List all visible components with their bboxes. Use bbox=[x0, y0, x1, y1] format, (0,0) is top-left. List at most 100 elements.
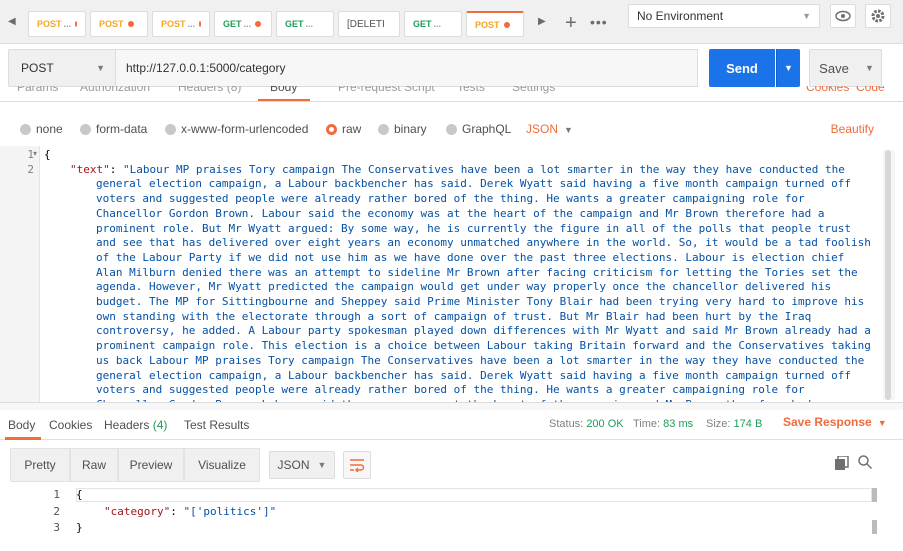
request-tab[interactable]: [DELETI bbox=[338, 11, 400, 37]
radio-icon bbox=[20, 123, 31, 135]
radio-icon bbox=[80, 123, 91, 135]
radio-graphql[interactable]: GraphQL bbox=[446, 122, 511, 136]
active-tab-indicator bbox=[258, 99, 310, 101]
request-tab[interactable]: POST... bbox=[152, 11, 210, 37]
environment-select[interactable]: No Environment ▼ bbox=[628, 4, 820, 28]
send-options-button[interactable]: ▼ bbox=[776, 49, 800, 87]
response-format-label: JSON bbox=[277, 458, 310, 472]
url-input[interactable]: http://127.0.0.1:5000/category bbox=[116, 49, 698, 87]
response-tab-cookies[interactable]: Cookies bbox=[49, 418, 92, 432]
radio-binary[interactable]: binary bbox=[378, 122, 427, 136]
request-tab[interactable]: GET... bbox=[214, 11, 272, 37]
response-body-viewer[interactable]: 1 2 3 { "category": "['politics']" } bbox=[0, 486, 903, 551]
response-tab-body[interactable]: Body bbox=[8, 418, 35, 432]
tab-method: POST bbox=[37, 19, 62, 29]
code-line-wrapped: controversy, he added. A Labour party sp… bbox=[96, 324, 871, 338]
save-response-button[interactable]: Save Response ▼ bbox=[783, 415, 887, 429]
tab-prerequest-script[interactable]: Pre-request Script bbox=[338, 86, 435, 94]
json-key: "text" bbox=[70, 162, 110, 176]
code-line-wrapped: prominent role. But Mr Wyatt argued: By … bbox=[96, 221, 851, 235]
view-visualize-button[interactable]: Visualize bbox=[184, 448, 260, 482]
cookies-link[interactable]: Cookies bbox=[806, 86, 849, 94]
tab-method: GET bbox=[285, 19, 304, 29]
new-tab-plus-icon[interactable]: + bbox=[565, 12, 577, 35]
size-value: 174 B bbox=[733, 418, 763, 430]
wrap-lines-icon bbox=[350, 459, 365, 472]
radio-none[interactable]: none bbox=[20, 122, 63, 136]
radio-urlencoded[interactable]: x-www-form-urlencoded bbox=[165, 122, 308, 136]
save-button[interactable]: Save bbox=[809, 49, 859, 87]
tab-settings[interactable]: Settings bbox=[512, 86, 555, 94]
view-pretty-button[interactable]: Pretty bbox=[10, 448, 70, 482]
radio-icon bbox=[165, 123, 176, 135]
line-number: 2 bbox=[27, 163, 34, 176]
request-tab[interactable]: GET... bbox=[276, 11, 334, 37]
unsaved-dot-icon bbox=[255, 21, 262, 27]
copy-icon[interactable] bbox=[835, 456, 849, 470]
body-format-label: JSON bbox=[526, 122, 559, 136]
save-options-button[interactable]: ▼ bbox=[858, 49, 882, 87]
radio-form-data[interactable]: form-data bbox=[80, 122, 147, 136]
chevron-down-icon: ▼ bbox=[877, 418, 887, 428]
editor-scrollbar-thumb[interactable] bbox=[885, 150, 891, 400]
tab-tests[interactable]: Tests bbox=[457, 86, 485, 94]
tab-method: POST bbox=[475, 19, 500, 30]
code-link[interactable]: Code bbox=[856, 86, 885, 94]
wrapped-text: general election campaign, a Labour back… bbox=[44, 177, 880, 402]
send-button[interactable]: Send bbox=[709, 49, 775, 87]
code-line-wrapped: general election campaign, a Labour back… bbox=[96, 177, 851, 191]
request-body-editor[interactable]: 1 ▾ 2 { "text": "Labour MP praises Tory … bbox=[0, 146, 893, 402]
tab-params[interactable]: Params bbox=[17, 86, 58, 94]
json-string: "Labour MP praises Tory campaign The Con… bbox=[123, 162, 845, 176]
beautify-button[interactable]: Beautify bbox=[831, 122, 874, 136]
radio-label: raw bbox=[342, 122, 362, 136]
method-select[interactable]: POST ▼ bbox=[8, 49, 116, 87]
tabs-scroll-left-icon[interactable]: ◀ bbox=[8, 16, 16, 27]
size-label: Size: bbox=[706, 418, 731, 430]
json-key: "category" bbox=[104, 505, 171, 518]
time-info[interactable]: Time: 83 ms bbox=[633, 418, 693, 430]
chevron-down-icon: ▼ bbox=[784, 63, 793, 73]
tab-ellipsis: ... bbox=[433, 19, 442, 29]
tab-options-icon[interactable]: ••• bbox=[590, 14, 608, 30]
code-line-wrapped: prominent campaign role. This election i… bbox=[96, 339, 871, 353]
search-icon[interactable] bbox=[858, 455, 873, 472]
unsaved-dot-icon bbox=[75, 21, 77, 27]
tab-headers[interactable]: Headers (8) bbox=[178, 86, 241, 94]
line-number: 1 bbox=[27, 148, 34, 161]
status-info: Status: 200 OK bbox=[549, 418, 624, 430]
code-line-wrapped: budget. The MP for Sittingbourne and She… bbox=[96, 295, 865, 309]
radio-label: none bbox=[36, 122, 63, 136]
size-info[interactable]: Size: 174 B bbox=[706, 418, 762, 430]
tab-body[interactable]: Body bbox=[270, 86, 297, 94]
code-line-wrapped: us back Labour MP praises Tory campaign … bbox=[96, 353, 865, 367]
tab-authorization[interactable]: Authorization bbox=[80, 86, 150, 94]
response-tab-test-results[interactable]: Test Results bbox=[184, 418, 249, 432]
chevron-down-icon: ▼ bbox=[802, 11, 811, 21]
request-tab[interactable]: GET... bbox=[404, 11, 462, 37]
unsaved-dot-icon bbox=[199, 21, 201, 27]
response-tab-headers[interactable]: Headers (4) bbox=[104, 418, 167, 432]
tab-method: POST bbox=[161, 19, 186, 29]
environment-quick-look-button[interactable] bbox=[830, 4, 856, 28]
environment-label: No Environment bbox=[637, 9, 724, 23]
request-tabs: Params Authorization Headers (8) Body Pr… bbox=[0, 86, 903, 102]
request-tab[interactable]: POST... bbox=[28, 11, 86, 37]
response-format-select[interactable]: JSON ▼ bbox=[269, 451, 335, 479]
view-raw-button[interactable]: Raw bbox=[70, 448, 118, 482]
fold-chevron-icon[interactable]: ▾ bbox=[33, 149, 37, 158]
radio-icon bbox=[446, 123, 457, 135]
radio-label: GraphQL bbox=[462, 122, 512, 136]
radio-raw[interactable]: raw bbox=[326, 122, 361, 136]
send-label: Send bbox=[726, 60, 758, 76]
view-preview-button[interactable]: Preview bbox=[118, 448, 184, 482]
request-tab-active[interactable]: POST bbox=[466, 11, 524, 37]
body-format-select[interactable]: JSON ▼ bbox=[526, 122, 573, 136]
request-tab[interactable]: POST bbox=[90, 11, 148, 37]
code-line-wrapped: Alan Milburn denied there was an attempt… bbox=[96, 265, 858, 279]
manage-environments-button[interactable] bbox=[865, 4, 891, 28]
pane-divider[interactable] bbox=[0, 402, 903, 410]
wrap-lines-button[interactable] bbox=[343, 451, 371, 479]
tabs-scroll-right-icon[interactable]: ▶ bbox=[538, 16, 546, 27]
chevron-down-icon: ▼ bbox=[564, 125, 573, 135]
